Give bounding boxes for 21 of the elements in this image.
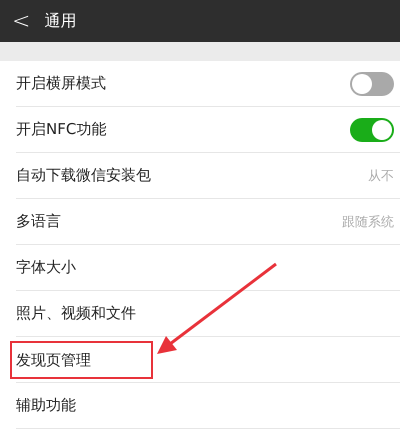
settings-row[interactable]: 多语言 跟随系统: [16, 199, 400, 245]
toggle-switch[interactable]: [350, 72, 394, 96]
settings-row[interactable]: 字体大小: [16, 245, 400, 291]
setting-label: 自动下载微信安装包: [16, 166, 151, 185]
settings-row[interactable]: 照片、视频和文件: [16, 291, 400, 337]
settings-row[interactable]: 自动下载微信安装包 从不: [16, 153, 400, 199]
settings-row[interactable]: 开启横屏模式: [16, 61, 400, 107]
setting-label: 照片、视频和文件: [16, 304, 136, 323]
setting-value: 跟随系统: [342, 214, 394, 230]
page-title: 通用: [44, 10, 76, 32]
setting-label: 发现页管理: [16, 350, 91, 368]
setting-label: 字体大小: [16, 258, 76, 277]
settings-row[interactable]: 开启NFC功能: [16, 107, 400, 153]
setting-label: 多语言: [16, 212, 61, 231]
toggle-switch[interactable]: [350, 118, 394, 142]
setting-label: 开启NFC功能: [16, 120, 106, 139]
settings-row[interactable]: 辅助功能: [16, 383, 400, 429]
back-button[interactable]: <: [0, 8, 44, 34]
setting-label: 辅助功能: [16, 396, 76, 415]
setting-value: 从不: [368, 168, 394, 184]
setting-label: 开启横屏模式: [16, 74, 106, 93]
